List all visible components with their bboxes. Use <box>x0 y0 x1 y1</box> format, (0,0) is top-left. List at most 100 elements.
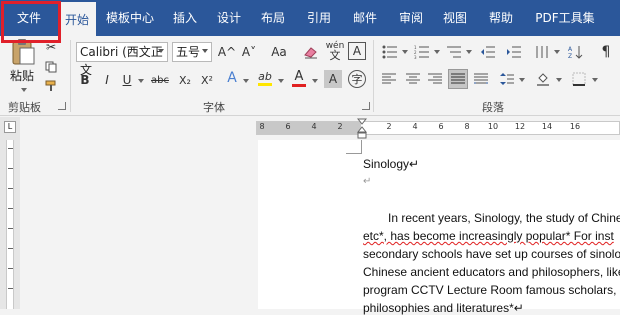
line-spacing-icon <box>500 73 514 85</box>
ruler-tick-label: 6 <box>438 122 444 131</box>
chinese-layout-caret-icon[interactable] <box>554 50 560 54</box>
numbered-list-icon: 123 <box>414 45 429 59</box>
increase-indent-button[interactable] <box>504 42 524 62</box>
bullets-button[interactable] <box>380 42 400 62</box>
tab-layout[interactable]: 布局 <box>254 0 292 36</box>
numbering-button[interactable]: 123 <box>412 42 432 62</box>
ruler-tick-label: 2 <box>337 122 343 131</box>
align-center-button[interactable] <box>404 70 422 88</box>
doc-title-line[interactable]: Sinology↵ <box>363 157 419 171</box>
font-launcher-icon[interactable] <box>362 102 370 110</box>
file-tab-highlight <box>1 1 61 43</box>
clipboard-launcher-icon[interactable] <box>58 102 66 110</box>
clear-formatting-button[interactable] <box>302 42 320 62</box>
bullets-caret-icon[interactable] <box>402 50 408 54</box>
bold-button[interactable]: B <box>78 70 92 90</box>
subscript-button[interactable]: X₂ <box>176 70 194 90</box>
paste-caret-icon[interactable] <box>21 88 27 92</box>
tab-references[interactable]: 引用 <box>300 0 338 36</box>
enclose-characters-button[interactable]: 字 <box>348 70 366 88</box>
font-family-dropdown[interactable]: Calibri (西文正文 <box>76 42 168 77</box>
ruler-tick-label: 4 <box>311 122 317 131</box>
strikethrough-button[interactable]: abc <box>150 70 170 90</box>
character-border-icon: A <box>352 44 362 58</box>
character-border-button[interactable]: A <box>348 42 366 60</box>
text-effects-caret-icon[interactable] <box>243 79 249 83</box>
font-color-button[interactable]: A <box>290 68 308 88</box>
italic-button[interactable]: I <box>100 70 114 90</box>
font-group-label: 字体 <box>203 101 225 114</box>
change-case-icon: Aa <box>271 45 287 59</box>
tab-template-center[interactable]: 模板中心 <box>100 0 160 36</box>
highlight-button[interactable]: ab <box>256 68 274 88</box>
font-color-caret-icon[interactable] <box>312 79 318 83</box>
show-marks-button[interactable]: ¶ <box>596 42 616 62</box>
increase-indent-icon <box>507 46 521 58</box>
line-spacing-caret-icon[interactable] <box>519 78 525 82</box>
ribbon: 粘贴 ✂ 剪贴板 Calibri (西文正文 五号 A^ A˅ Aa wén 文 … <box>0 36 620 116</box>
tab-help[interactable]: 帮助 <box>482 0 520 36</box>
shrink-font-icon: A˅ <box>241 45 257 59</box>
ruler-tick-label: 2 <box>386 122 392 131</box>
sort-button[interactable]: AZ <box>566 42 586 62</box>
doc-paragraph-line[interactable]: In recent years, Sinology, the study of … <box>388 211 620 225</box>
doc-paragraph-line[interactable]: Chinese ancient educators and philosophe… <box>363 265 620 279</box>
decrease-indent-button[interactable] <box>478 42 498 62</box>
separator <box>70 40 71 112</box>
multilevel-caret-icon[interactable] <box>466 50 472 54</box>
distributed-button[interactable] <box>472 70 490 88</box>
svg-text:A: A <box>568 46 573 53</box>
shading-caret-icon[interactable] <box>556 78 562 82</box>
line-spacing-button[interactable] <box>498 70 516 88</box>
chinese-layout-icon <box>536 46 548 58</box>
justify-icon <box>451 73 465 84</box>
align-right-icon <box>428 73 442 84</box>
justify-button[interactable] <box>448 69 468 89</box>
text-effects-button[interactable]: A <box>224 68 240 88</box>
indent-marker[interactable] <box>356 118 368 140</box>
grow-font-icon: A^ <box>217 45 237 59</box>
grow-font-button[interactable]: A^ <box>218 42 236 62</box>
change-case-button[interactable]: Aa <box>266 42 292 62</box>
align-center-icon <box>406 73 420 84</box>
document-page[interactable]: Sinology↵ ↵ In recent years, Sinology, t… <box>258 140 620 315</box>
font-size-dropdown[interactable]: 五号 <box>172 42 212 62</box>
doc-paragraph-line[interactable]: secondary schools have set up courses of… <box>363 247 620 261</box>
doc-paragraph-line[interactable]: program CCTV Lecture Room famous scholar… <box>363 283 620 297</box>
doc-paragraph-line[interactable]: philosophies and literatures*↵ <box>363 301 524 315</box>
tab-mailings[interactable]: 邮件 <box>346 0 384 36</box>
borders-caret-icon[interactable] <box>592 78 598 82</box>
ruler-tick-label: 8 <box>464 122 470 131</box>
ruler-tick-label: 8 <box>259 122 265 131</box>
shading-button[interactable] <box>534 70 552 88</box>
superscript-button[interactable]: X² <box>198 70 216 90</box>
shrink-font-button[interactable]: A˅ <box>240 42 258 62</box>
horizontal-ruler[interactable]: 8 6 4 2 2 4 6 8 10 12 14 16 <box>256 121 620 135</box>
vertical-ruler[interactable] <box>6 140 14 309</box>
align-right-button[interactable] <box>426 70 444 88</box>
borders-button[interactable] <box>570 70 588 88</box>
doc-empty-line[interactable]: ↵ <box>363 176 371 187</box>
tab-selector[interactable]: L <box>4 121 16 133</box>
chinese-layout-button[interactable] <box>532 42 552 62</box>
highlight-caret-icon[interactable] <box>278 79 284 83</box>
copy-icon[interactable] <box>44 60 58 74</box>
tab-pdf-tools[interactable]: PDF工具集 <box>530 0 600 36</box>
tab-insert[interactable]: 插入 <box>166 0 204 36</box>
multilevel-list-button[interactable] <box>444 42 464 62</box>
distributed-icon <box>474 73 488 84</box>
phonetic-guide-button[interactable]: wén 文 <box>324 40 346 62</box>
underline-button[interactable]: U <box>120 70 134 90</box>
format-painter-icon[interactable] <box>44 79 58 93</box>
doc-paragraph-line[interactable]: etc*, has become increasingly popular* F… <box>363 229 614 243</box>
tab-home[interactable]: 开始 <box>58 0 96 36</box>
tab-view[interactable]: 视图 <box>436 0 474 36</box>
align-left-button[interactable] <box>380 70 398 88</box>
tab-review[interactable]: 审阅 <box>392 0 430 36</box>
svg-text:3: 3 <box>414 55 417 59</box>
numbering-caret-icon[interactable] <box>434 50 440 54</box>
character-shading-icon: A <box>328 72 338 86</box>
character-shading-button[interactable]: A <box>324 70 342 88</box>
underline-caret-icon[interactable] <box>138 79 144 83</box>
tab-design[interactable]: 设计 <box>210 0 248 36</box>
